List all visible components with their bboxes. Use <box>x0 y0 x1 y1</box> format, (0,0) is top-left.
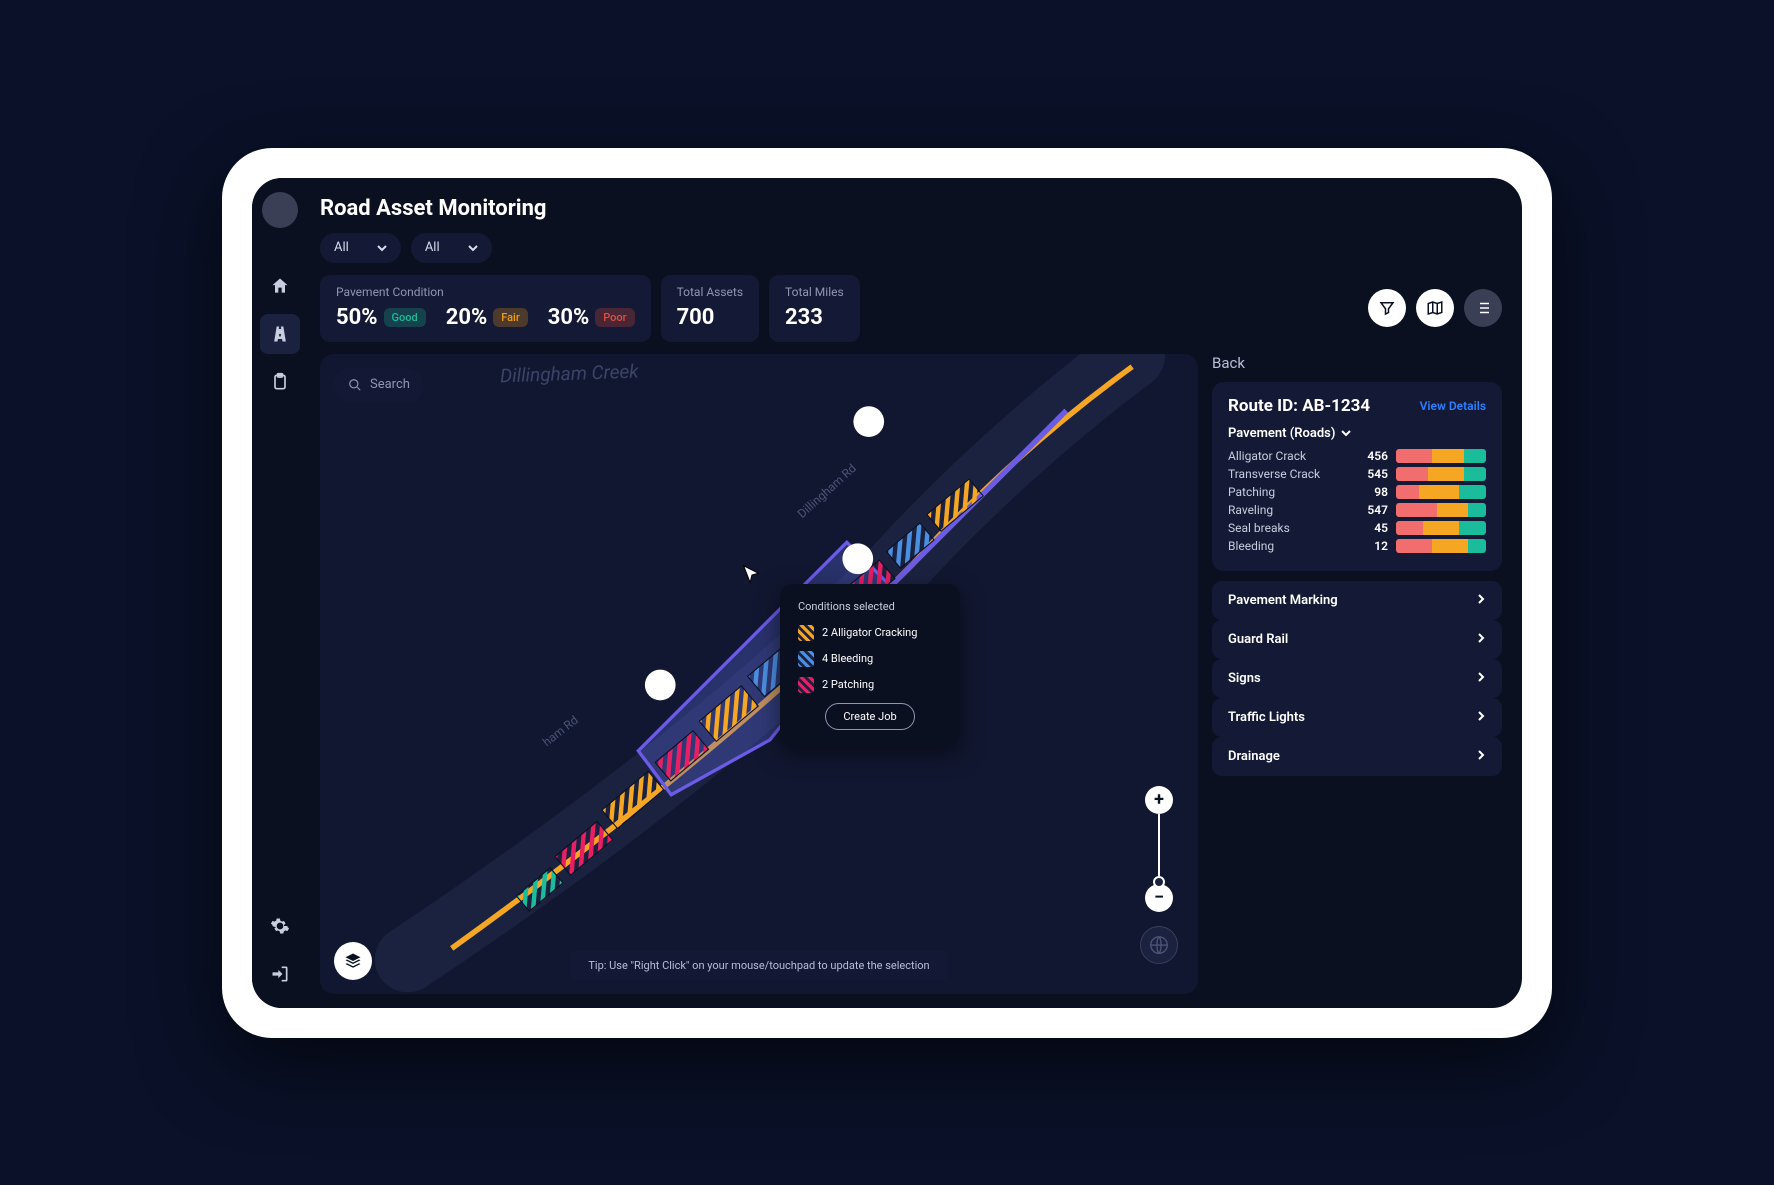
chevron-right-icon <box>1476 593 1486 608</box>
section-row[interactable]: Traffic Lights <box>1212 698 1502 737</box>
popup-item: 2 Alligator Cracking <box>798 625 942 641</box>
chevron-right-icon <box>1476 749 1486 764</box>
create-job-button[interactable]: Create Job <box>825 703 915 730</box>
zoom-slider[interactable] <box>1158 814 1160 884</box>
good-badge: Good <box>384 308 426 327</box>
nav-clipboard-icon[interactable] <box>260 362 300 402</box>
defect-row: Transverse Crack545 <box>1228 467 1486 481</box>
tip-bar: Tip: Use "Right Click" on your mouse/tou… <box>570 951 947 980</box>
main-content: Road Asset Monitoring All All Pavement C… <box>308 178 1522 1008</box>
poor-badge: Poor <box>595 308 634 327</box>
avatar[interactable] <box>262 192 298 228</box>
chevron-right-icon <box>1476 632 1486 647</box>
map-canvas <box>320 354 1198 994</box>
back-button[interactable]: Back <box>1212 354 1502 372</box>
chevron-right-icon <box>1476 671 1486 686</box>
globe-button[interactable] <box>1140 926 1178 964</box>
cursor-icon <box>740 564 762 590</box>
route-id: Route ID: AB-1234 <box>1228 396 1370 416</box>
swatch-patching-icon <box>798 677 814 693</box>
sidebar <box>252 178 308 1008</box>
fair-badge: Fair <box>493 308 528 327</box>
defect-row: Seal breaks45 <box>1228 521 1486 535</box>
app-screen: Road Asset Monitoring All All Pavement C… <box>252 178 1522 1008</box>
section-row[interactable]: Guard Rail <box>1212 620 1502 659</box>
tablet-frame: Road Asset Monitoring All All Pavement C… <box>222 148 1552 1038</box>
defect-row: Raveling547 <box>1228 503 1486 517</box>
defect-row: Patching98 <box>1228 485 1486 499</box>
nav-road-icon[interactable] <box>260 314 300 354</box>
filter-2-select[interactable]: All <box>411 233 492 263</box>
section-row[interactable]: Signs <box>1212 659 1502 698</box>
section-row[interactable]: Drainage <box>1212 737 1502 776</box>
total-assets-card: Total Assets 700 <box>661 275 759 342</box>
defect-row: Alligator Crack456 <box>1228 449 1486 463</box>
zoom-out-button[interactable]: − <box>1145 884 1173 912</box>
section-row[interactable]: Pavement Marking <box>1212 581 1502 620</box>
poor-pct: 30% <box>548 305 590 330</box>
chevron-right-icon <box>1476 710 1486 725</box>
filter-button[interactable] <box>1368 289 1406 327</box>
popup-item: 2 Patching <box>798 677 942 693</box>
page-title: Road Asset Monitoring <box>320 196 1502 221</box>
nav-settings-icon[interactable] <box>260 906 300 946</box>
pavement-condition-card: Pavement Condition 50% Good 20% Fair 30% <box>320 275 651 342</box>
fair-pct: 20% <box>446 305 488 330</box>
list-button[interactable] <box>1464 289 1502 327</box>
map-button[interactable] <box>1416 289 1454 327</box>
view-details-link[interactable]: View Details <box>1420 399 1486 413</box>
defect-row: Bleeding12 <box>1228 539 1486 553</box>
section-pavement-header[interactable]: Pavement (Roads) <box>1228 426 1486 441</box>
zoom-in-button[interactable]: + <box>1145 786 1173 814</box>
swatch-alligator-icon <box>798 625 814 641</box>
nav-home-icon[interactable] <box>260 266 300 306</box>
total-miles-card: Total Miles 233 <box>769 275 860 342</box>
layers-button[interactable] <box>334 942 372 980</box>
filter-1-select[interactable]: All <box>320 233 401 263</box>
swatch-bleeding-icon <box>798 651 814 667</box>
good-pct: 50% <box>336 305 378 330</box>
right-panel: Back Route ID: AB-1234 View Details Pave… <box>1212 354 1502 994</box>
map-panel[interactable]: Dillingham Creek Search <box>320 354 1198 994</box>
route-card: Route ID: AB-1234 View Details Pavement … <box>1212 382 1502 571</box>
selection-popup: Conditions selected 2 Alligator Cracking… <box>780 584 960 746</box>
popup-item: 4 Bleeding <box>798 651 942 667</box>
nav-logout-icon[interactable] <box>260 954 300 994</box>
